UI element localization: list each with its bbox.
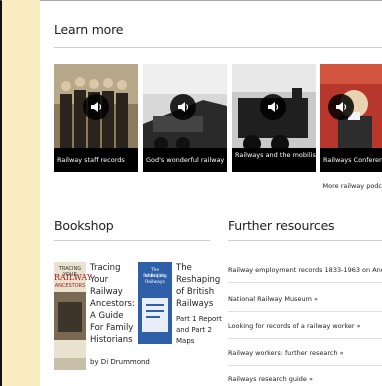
book-title-link[interactable]: Tracing Your Railway Ancestors: A Guide … <box>90 262 138 346</box>
resource-link[interactable]: Railway employment records 1833-1963 on … <box>228 266 382 274</box>
resource-divider <box>228 282 382 283</box>
resource-link[interactable]: Railway workers: further research » <box>228 349 382 357</box>
bookshop-heading: Bookshop <box>54 218 114 233</box>
cover-line: RAILWAY <box>54 273 93 282</box>
media-tile-staff-records[interactable]: Railway staff records <box>54 64 138 172</box>
resource-link[interactable]: Looking for records of a railway worker … <box>228 322 382 330</box>
book-author: by Di Drummond <box>90 358 150 366</box>
play-audio-icon[interactable] <box>328 94 354 120</box>
book-title-link[interactable]: The Reshaping of British Railways <box>176 262 224 310</box>
book-subtitle: Part 1 Report and Part 2 Maps <box>176 315 222 345</box>
resource-link[interactable]: National Railway Museum » <box>228 295 382 303</box>
main-content: Learn more Railway staff records God's w… <box>54 0 382 386</box>
resource-link[interactable]: Railways research guide » <box>228 375 382 383</box>
further-resources-divider <box>228 240 382 241</box>
media-tile-conference-podcasts[interactable]: Railways Conference podc <box>320 64 382 172</box>
play-audio-icon[interactable] <box>260 94 286 120</box>
book-cover-reshaping-railways[interactable]: The Reshaping of British Railways <box>138 262 172 344</box>
cover-line: Railways <box>145 280 165 285</box>
play-audio-icon[interactable] <box>83 94 109 120</box>
media-tile-mobilisation[interactable]: Railways and the mobilisation for war in… <box>232 64 316 172</box>
play-audio-icon[interactable] <box>170 94 196 120</box>
left-sidebar <box>2 0 40 386</box>
tile-caption[interactable]: God's wonderful railway <box>143 148 227 172</box>
resource-divider <box>228 365 382 366</box>
media-tile-gods-wonderful-railway[interactable]: God's wonderful railway <box>143 64 227 172</box>
resource-divider <box>228 338 382 339</box>
tile-caption[interactable]: Railways and the mobilisation for war in… <box>232 148 316 172</box>
more-podcasts-link[interactable]: More railway podc <box>323 182 382 190</box>
learn-more-heading: Learn more <box>54 22 124 37</box>
resource-divider <box>228 311 382 312</box>
tile-caption[interactable]: Railway staff records <box>54 148 138 172</box>
tile-caption[interactable]: Railways Conference podc <box>320 148 382 172</box>
further-resources-heading: Further resources <box>228 218 335 233</box>
book-cover-railway-ancestors[interactable]: TRACING YOUR RAILWAY ANCESTORS <box>54 262 93 370</box>
cover-line: ANCESTORS <box>54 283 86 289</box>
bookshop-divider <box>54 240 210 241</box>
learn-more-divider <box>54 47 382 48</box>
